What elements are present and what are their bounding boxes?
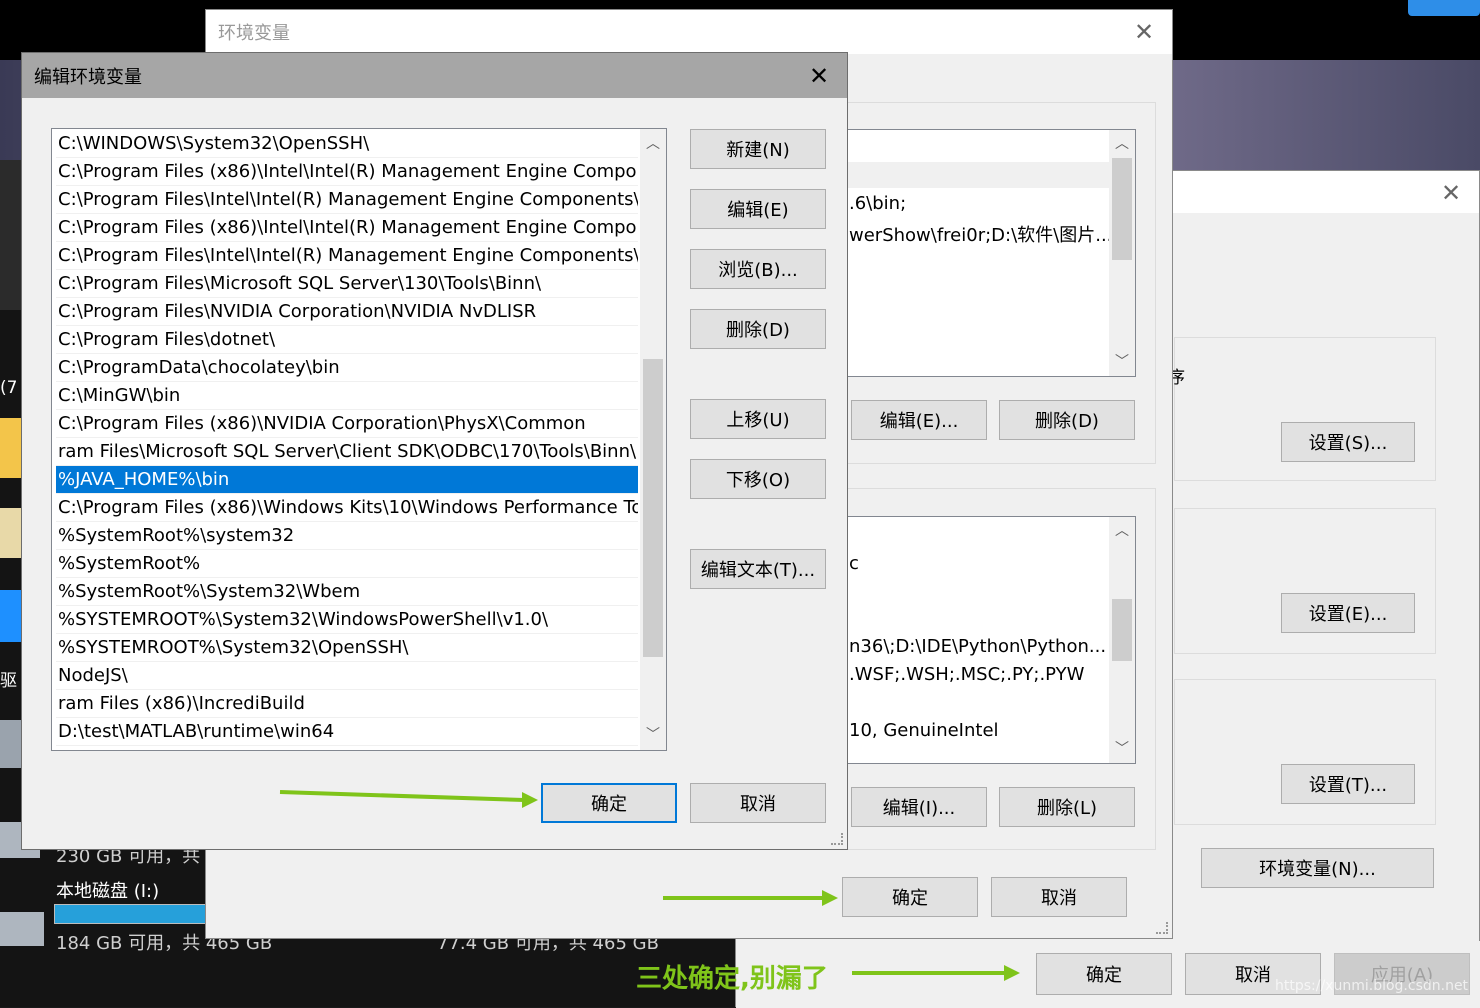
annotation-text: 三处确定,别漏了 (636, 964, 828, 994)
annotation-arrows (279, 790, 1020, 981)
annotation-arrow-line (279, 790, 525, 802)
arrow-head-icon (522, 792, 538, 808)
arrow-head-icon (822, 890, 838, 906)
arrow-head-icon (1004, 965, 1020, 981)
watermark: https://xunmi.blog.csdn.net (1275, 978, 1469, 994)
